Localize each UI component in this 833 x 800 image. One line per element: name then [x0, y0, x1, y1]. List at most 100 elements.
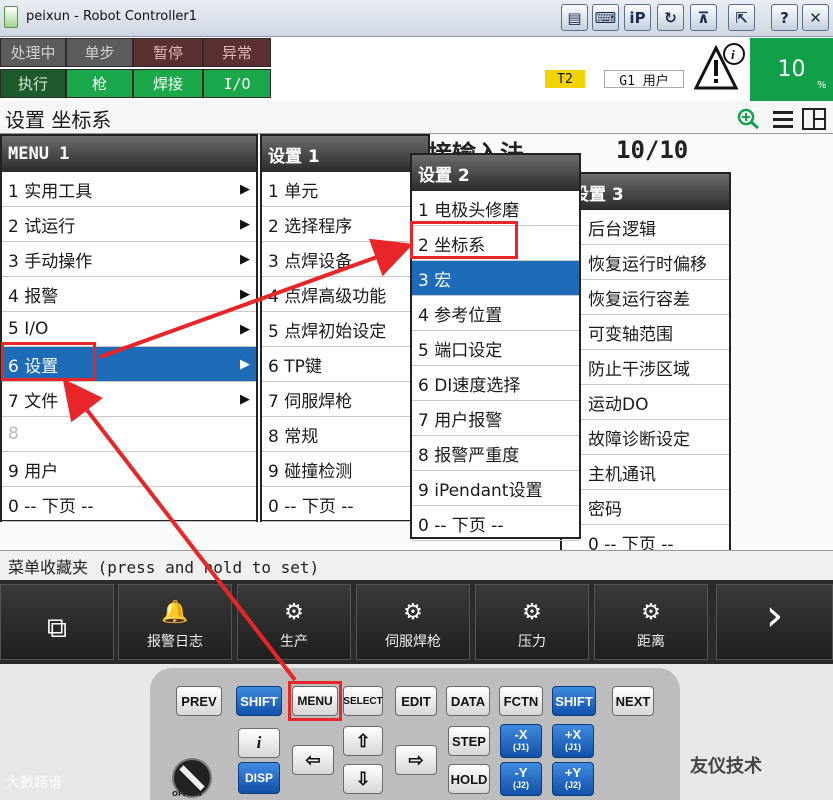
close-icon[interactable]: ✕ — [802, 4, 829, 31]
app-icon — [4, 6, 18, 28]
jog-plus-y-key[interactable]: +Y (J2) — [552, 762, 594, 796]
setup3-menu-item[interactable]: 运动DO — [562, 385, 729, 420]
jog-plus-x-key[interactable]: +X (J1) — [552, 724, 594, 758]
jog-minus-y-sub: (J2) — [512, 780, 529, 790]
setup3-menu-item-label: 主机通讯 — [588, 464, 656, 485]
setup3-menu-item[interactable]: 恢复运行容差 — [562, 280, 729, 315]
list-menu-icon[interactable] — [772, 109, 794, 129]
warning-info-icon[interactable]: i — [694, 42, 746, 94]
main-menu-item[interactable]: 7 文件 ▶ — [2, 382, 256, 417]
setup2-menu-item-label: 6 DI速度选择 — [418, 375, 521, 396]
arrow-right-key[interactable]: ⇨ — [395, 745, 437, 775]
arrow-down-key[interactable]: ⇩ — [343, 764, 383, 794]
data-key[interactable]: DATA — [446, 686, 490, 716]
setup1-menu-item[interactable]: 9 碰撞检测 — [262, 452, 428, 487]
setup1-menu-item[interactable]: 5 点焊初始设定 — [262, 312, 428, 347]
setup1-menu-item[interactable]: 4 点焊高级功能 — [262, 277, 428, 312]
export-icon[interactable]: ⇱ — [728, 4, 755, 31]
refresh-icon[interactable]: ↻ — [657, 4, 684, 31]
setup1-menu-item[interactable]: 1 单元 — [262, 172, 428, 207]
main-menu-item[interactable]: 2 试运行 ▶ — [2, 207, 256, 242]
gun-icon: ⚙ — [403, 600, 423, 625]
fkey-4[interactable]: ⚙ 伺服焊枪 — [356, 584, 470, 660]
setup1-menu-item[interactable]: 3 点焊设备 — [262, 242, 428, 277]
keyboard-icon[interactable]: ⌨ — [592, 4, 619, 31]
window-title: peixun - Robot Controller1 — [26, 9, 198, 24]
split-window-icon[interactable] — [802, 108, 826, 130]
next-key[interactable]: NEXT — [612, 686, 654, 716]
main-menu-item[interactable]: 3 手动操作 ▶ — [2, 242, 256, 277]
main-menu-item-label: 2 试运行 — [8, 216, 76, 237]
setup1-menu-item-label: 7 伺服焊枪 — [268, 391, 353, 412]
setup3-menu-item[interactable]: 恢复运行时偏移 — [562, 245, 729, 280]
jog-plus-y-sub: (J2) — [564, 780, 581, 790]
menu-3-title: 设置 3 — [562, 174, 729, 210]
document-icon[interactable]: ▤ — [561, 4, 588, 31]
setup3-menu-item[interactable]: 故障诊断设定 — [562, 420, 729, 455]
shift-key-left[interactable]: SHIFT — [236, 686, 282, 716]
zoom-icon[interactable] — [737, 108, 761, 130]
fctn-key[interactable]: FCTN — [499, 686, 543, 716]
main-menu-item[interactable]: 1 实用工具 ▶ — [2, 172, 256, 207]
ipendant-icon[interactable]: iP — [624, 4, 651, 31]
submenu-arrow-icon: ▶ — [240, 321, 250, 337]
setup3-menu-item[interactable]: 后台逻辑 — [562, 210, 729, 245]
screen-header — [0, 101, 833, 134]
main-menu-item-label: 3 手动操作 — [8, 251, 93, 272]
jog-minus-y-label: -Y — [514, 765, 528, 780]
watermark-brand: 友仪技术 — [690, 756, 762, 777]
disp-key[interactable]: DISP — [238, 762, 280, 794]
status-hold: 暂停 — [133, 38, 203, 67]
select-key[interactable]: SELECT — [343, 686, 383, 716]
info-key[interactable]: i — [238, 728, 280, 758]
setup2-menu-item-label: 8 报警严重度 — [418, 445, 520, 466]
main-menu-item[interactable]: 4 报警 ▶ — [2, 277, 256, 312]
arrow-left-key[interactable]: ⇦ — [292, 745, 334, 775]
setup2-menu-item[interactable]: 9 iPendant设置 — [412, 471, 579, 506]
fkey-3[interactable]: ⚙ 生产 — [237, 584, 351, 660]
pin-icon[interactable]: ⊼ — [690, 4, 717, 31]
jog-minus-x-key[interactable]: -X (J1) — [500, 724, 542, 758]
page-title: 设置 坐标系 — [5, 108, 112, 132]
setup3-menu-item[interactable]: 密码 — [562, 490, 729, 525]
setup1-menu-item-label: 0 -- 下页 -- — [268, 496, 354, 517]
fkey-2[interactable]: 🔔 报警日志 — [118, 584, 232, 660]
main-menu-item[interactable]: 0 -- 下页 -- — [2, 487, 256, 522]
override-value[interactable]: 10 — [750, 38, 833, 101]
setup2-menu-item[interactable]: 5 端口设定 — [412, 331, 579, 366]
main-menu-item-label: 4 报警 — [8, 286, 59, 307]
fkey-7[interactable]: › — [716, 584, 833, 660]
setup3-menu-item[interactable]: 可变轴范围 — [562, 315, 729, 350]
setup3-menu-item[interactable]: 主机通讯 — [562, 455, 729, 490]
setup2-menu-item[interactable]: 7 用户报警 — [412, 401, 579, 436]
status-weld: 焊接 — [133, 69, 203, 98]
prev-key[interactable]: PREV — [176, 686, 222, 716]
setup1-menu-item[interactable]: 2 选择程序 — [262, 207, 428, 242]
setup2-menu-item[interactable]: 4 参考位置 — [412, 296, 579, 331]
setup2-menu-item[interactable]: 6 DI速度选择 — [412, 366, 579, 401]
setup3-menu-item-label: 故障诊断设定 — [588, 429, 690, 450]
jog-minus-y-key[interactable]: -Y (J2) — [500, 762, 542, 796]
edit-key[interactable]: EDIT — [395, 686, 437, 716]
override-unit: % — [817, 80, 827, 91]
jog-minus-x-sub: (J1) — [512, 742, 529, 752]
arrow-up-key[interactable]: ⇧ — [343, 726, 383, 756]
main-menu-item[interactable]: 8 — [2, 417, 256, 452]
main-menu-item[interactable]: 9 用户 — [2, 452, 256, 487]
fkey-label: 压力 — [518, 634, 546, 650]
setup1-menu-item[interactable]: 8 常规 — [262, 417, 428, 452]
setup2-menu-item[interactable]: 0 -- 下页 -- — [412, 506, 579, 541]
fkey-5[interactable]: ⚙ 压力 — [475, 584, 589, 660]
hold-key[interactable]: HOLD — [448, 764, 490, 794]
shift-key-right[interactable]: SHIFT — [552, 686, 596, 716]
setup1-menu-item[interactable]: 7 伺服焊枪 — [262, 382, 428, 417]
setup1-menu-item[interactable]: 0 -- 下页 -- — [262, 487, 428, 522]
setup2-menu-item[interactable]: 8 报警严重度 — [412, 436, 579, 471]
help-icon[interactable]: ? — [771, 4, 798, 31]
setup3-menu-item[interactable]: 防止干涉区域 — [562, 350, 729, 385]
setup1-menu-item[interactable]: 6 TP键 — [262, 347, 428, 382]
step-key[interactable]: STEP — [448, 726, 490, 756]
fkey-1[interactable]: ⧉ — [0, 584, 114, 660]
fkey-6[interactable]: ⚙ 距离 — [594, 584, 708, 660]
setup2-menu-item[interactable]: 3 宏 — [412, 261, 579, 296]
